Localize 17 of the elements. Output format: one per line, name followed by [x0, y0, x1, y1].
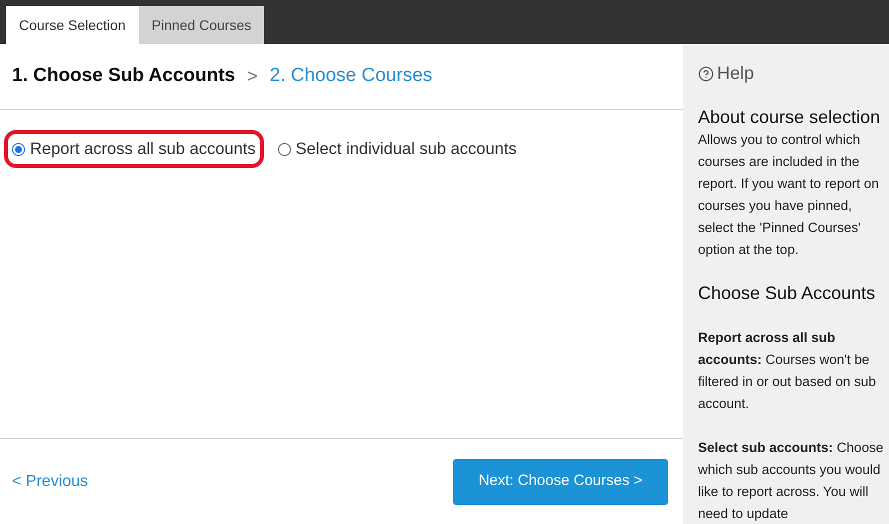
help-paragraph: Report across all sub accounts: Courses won't be filtered in or out based on sub account. — [698, 329, 877, 413]
tab[interactable]: Course Selection — [6, 6, 139, 44]
help-icon — [698, 66, 714, 82]
next-button[interactable]: Next: Choose Courses > — [453, 458, 668, 504]
radio-button[interactable] — [278, 142, 291, 156]
step-link[interactable]: 2. Choose Courses — [270, 62, 432, 91]
help-title: Help — [717, 62, 754, 85]
chevron-icon: > — [247, 63, 258, 90]
help-paragraph: Allows you to control which courses are included in the report. If you want to report on courses you have pinned, select the 'Pinned Courses' option at the top. — [698, 131, 880, 259]
help-heading: About course selection — [698, 106, 882, 129]
previous-link[interactable]: < Previous — [12, 470, 88, 494]
radio-option[interactable]: Report across all sub accounts — [4, 130, 264, 168]
tab[interactable]: Pinned Courses — [138, 6, 264, 44]
help-paragraph: Select sub accounts: Choose which sub accounts you would like to report across. You will need to update — [698, 439, 884, 523]
help-heading: Choose Sub Accounts — [698, 282, 876, 305]
radio-button[interactable] — [12, 142, 25, 156]
radio-option[interactable]: Select individual sub accounts — [270, 130, 525, 168]
